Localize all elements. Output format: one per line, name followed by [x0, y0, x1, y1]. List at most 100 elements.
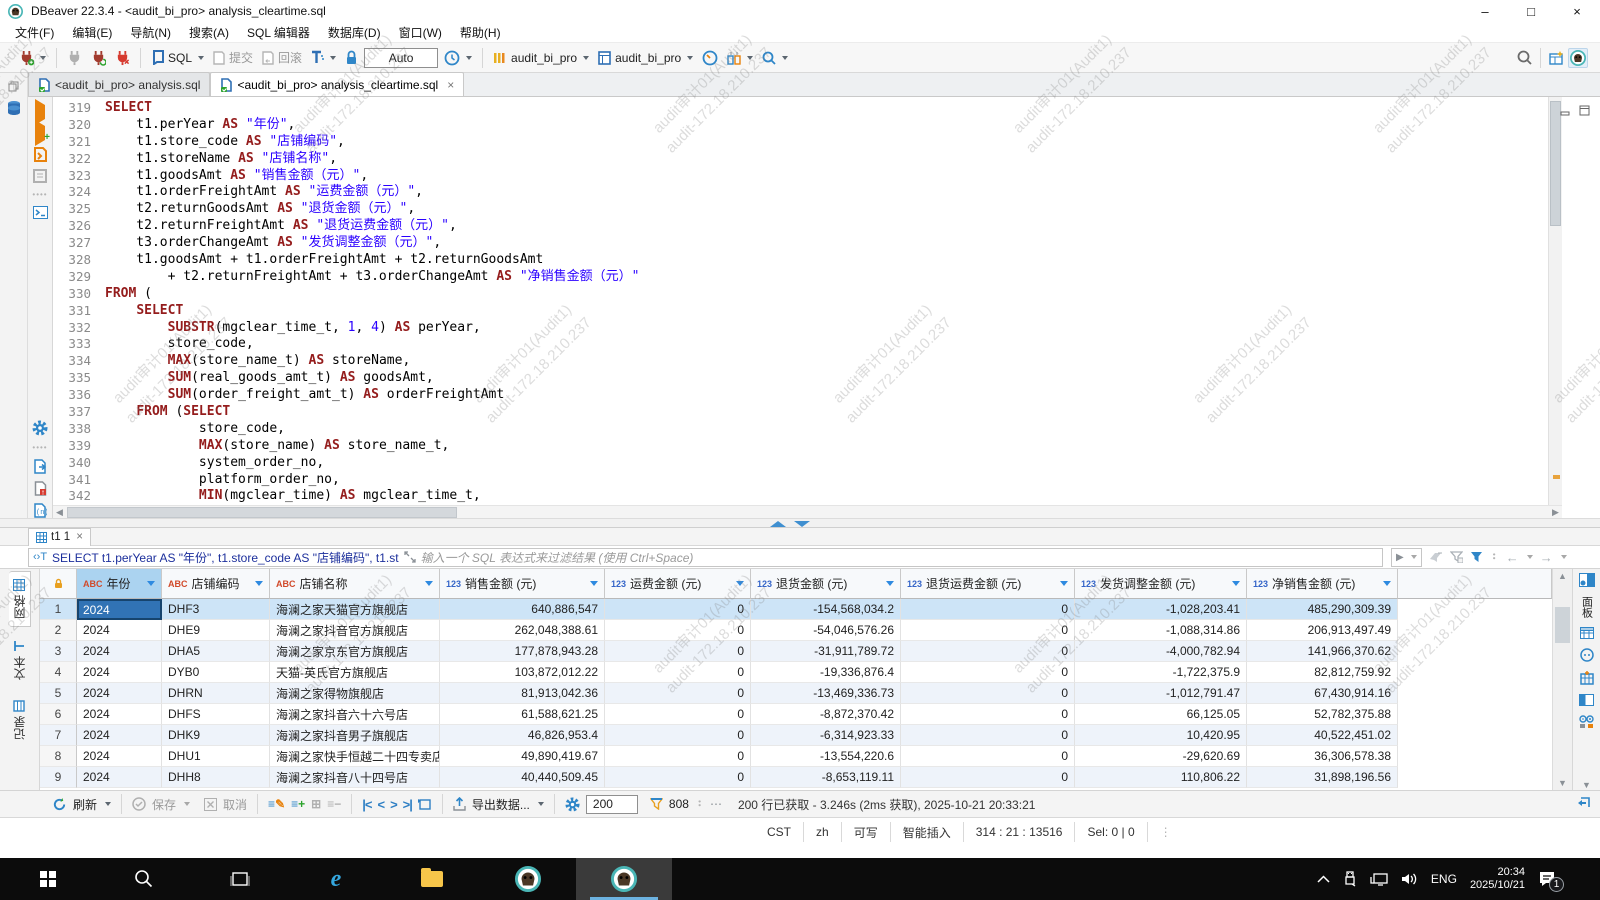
grid-corner-cell[interactable] [40, 569, 77, 599]
grid-cell[interactable]: 262,048,388.61 [440, 620, 605, 641]
editor-results-sash[interactable] [0, 518, 1600, 528]
explain-plan-icon[interactable] [33, 169, 47, 183]
save-filter-icon[interactable] [1450, 551, 1463, 563]
row-number[interactable]: 8 [40, 746, 77, 767]
grid-cell[interactable]: 485,290,309.39 [1247, 599, 1398, 620]
grid-cell[interactable]: DHA5 [162, 641, 270, 662]
panels-icon[interactable] [1579, 573, 1595, 587]
taskbar-search-icon[interactable] [96, 858, 192, 900]
cancel-button[interactable]: 取消 [223, 796, 247, 813]
fetch-size-input[interactable]: 200 [586, 795, 638, 814]
code-line[interactable]: 328 t1.goodsAmt + t1.orderFreightAmt + t… [53, 252, 1548, 269]
column-header-3[interactable]: 123销售金额 (元) [440, 569, 605, 599]
value-viewer-icon[interactable] [1580, 627, 1594, 639]
code-line[interactable]: 335 SUM(real_goods_amt_t) AS goodsAmt, [53, 370, 1548, 387]
grid-cell[interactable]: -19,336,876.4 [751, 662, 901, 683]
filter-input[interactable]: ‹›T SELECT t1.perYear AS "年份", t1.store_… [28, 548, 1383, 567]
close-button[interactable]: × [1554, 0, 1600, 22]
grid-cell[interactable]: -13,554,220.6 [751, 746, 901, 767]
results-view-tab-2[interactable]: 记录 [9, 693, 30, 747]
connect-button[interactable] [64, 48, 85, 68]
grid-cell[interactable]: DHE9 [162, 620, 270, 641]
transaction-log-button[interactable] [441, 48, 475, 68]
column-menu-icon[interactable] [1383, 581, 1391, 586]
grid-cell[interactable]: 2024 [77, 620, 162, 641]
code-line[interactable]: 330FROM ( [53, 286, 1548, 303]
grid-cell[interactable]: 2024 [77, 641, 162, 662]
minimize-button[interactable]: – [1462, 0, 1508, 22]
grid-cell[interactable]: 2024 [77, 704, 162, 725]
code-line[interactable]: 332 SUBSTR(mgclear_time_t, 1, 4) AS perY… [53, 320, 1548, 337]
code-line[interactable]: 340 system_order_no, [53, 455, 1548, 472]
editor-tab-1[interactable]: <audit_bi_pro> analysis_cleartime.sql× [210, 72, 464, 96]
grid-cell[interactable]: 2024 [77, 662, 162, 683]
grid-cell[interactable]: -6,314,923.33 [751, 725, 901, 746]
grid-cell[interactable]: 141,966,370.62 [1247, 641, 1398, 662]
maximize-editor-icon[interactable] [770, 521, 786, 527]
edit-value-icon[interactable]: ≡✎ [268, 797, 285, 811]
menu-item-3[interactable]: 搜索(A) [180, 22, 238, 43]
column-header-2[interactable]: ABC店铺名称 [270, 569, 440, 599]
file-explorer-icon[interactable] [384, 858, 480, 900]
window-restore-icon[interactable] [8, 81, 19, 92]
grid-cell[interactable]: DHH8 [162, 767, 270, 788]
grid-cell[interactable]: 49,890,419.67 [440, 746, 605, 767]
usb-icon[interactable] [1343, 871, 1357, 887]
schema-select[interactable]: audit_bi_pro [595, 49, 696, 67]
results-view-tab-0[interactable]: 网格 [9, 571, 31, 627]
code-line[interactable]: 325 t2.returnGoodsAmt AS "退货金额（元）", [53, 201, 1548, 218]
grid-cell[interactable]: -8,872,370.42 [751, 704, 901, 725]
grid-cell[interactable]: DHFS [162, 704, 270, 725]
grid-cell[interactable]: -54,046,576.26 [751, 620, 901, 641]
grid-cell[interactable]: 2024 [77, 683, 162, 704]
grid-cell[interactable]: 40,522,451.02 [1247, 725, 1398, 746]
code-line[interactable]: 339 MAX(store_name) AS store_name_t, [53, 438, 1548, 455]
execute-script-icon[interactable] [33, 147, 47, 162]
new-connection-button[interactable] [16, 48, 49, 68]
code-line[interactable]: 323 t1.goodsAmt AS "销售金额（元）", [53, 168, 1548, 185]
column-menu-icon[interactable] [886, 581, 894, 586]
clear-filter-icon[interactable] [1429, 552, 1443, 563]
rollback-button[interactable]: 回滚 [259, 47, 305, 68]
perspective-grid-icon[interactable] [1549, 51, 1564, 65]
grid-cell[interactable]: 0 [605, 767, 751, 788]
zoom-panel-icons[interactable] [1579, 715, 1594, 729]
grid-cell[interactable]: DYB0 [162, 662, 270, 683]
grid-cell[interactable]: 0 [605, 725, 751, 746]
menu-item-4[interactable]: SQL 编辑器 [238, 22, 319, 43]
task-view-icon[interactable] [192, 858, 288, 900]
row-number[interactable]: 5 [40, 683, 77, 704]
internet-explorer-icon[interactable]: e [288, 858, 384, 900]
column-header-0[interactable]: ABC年份 [77, 569, 162, 599]
code-line[interactable]: 338 store_code, [53, 421, 1548, 438]
grid-cell[interactable]: 0 [901, 704, 1075, 725]
restore-panel-icon[interactable] [1577, 797, 1590, 811]
maximize-button[interactable]: □ [1508, 0, 1554, 22]
refresh-icon[interactable] [52, 797, 67, 812]
column-menu-icon[interactable] [255, 581, 263, 586]
editor-tab-0[interactable]: <audit_bi_pro> analysis.sql [28, 72, 210, 96]
commit-mode-select[interactable]: Auto [364, 48, 438, 68]
commit-button[interactable]: 提交 [210, 47, 256, 68]
sql-editor-button[interactable]: SQL [148, 48, 207, 67]
script-variables-icon[interactable]: (n) [33, 503, 47, 518]
code-line[interactable]: 320 t1.perYear AS "年份", [53, 117, 1548, 134]
menu-item-5[interactable]: 数据库(D) [319, 22, 390, 43]
grid-cell[interactable]: 10,420.95 [1075, 725, 1247, 746]
row-number[interactable]: 4 [40, 662, 77, 683]
calc-panel-icon[interactable] [1580, 671, 1594, 685]
row-number[interactable]: 3 [40, 641, 77, 662]
column-menu-icon[interactable] [425, 581, 433, 586]
grid-cell[interactable]: -154,568,034.2 [751, 599, 901, 620]
reconnect-button[interactable] [88, 48, 109, 68]
taskbar-clock[interactable]: 20:342025/10/21 [1470, 866, 1525, 892]
layout-panel-icon[interactable] [1579, 694, 1594, 706]
toolbar-search-button[interactable] [759, 49, 791, 67]
disconnect-button[interactable] [112, 48, 133, 68]
grid-cell[interactable]: 0 [901, 662, 1075, 683]
refresh-button[interactable]: 刷新 [73, 796, 97, 813]
grid-cell[interactable]: 海澜之家天猫官方旗舰店 [270, 599, 440, 620]
close-results-tab-icon[interactable]: × [76, 531, 83, 543]
grid-cell[interactable]: 0 [605, 746, 751, 767]
dashboard-icon[interactable] [699, 48, 721, 68]
